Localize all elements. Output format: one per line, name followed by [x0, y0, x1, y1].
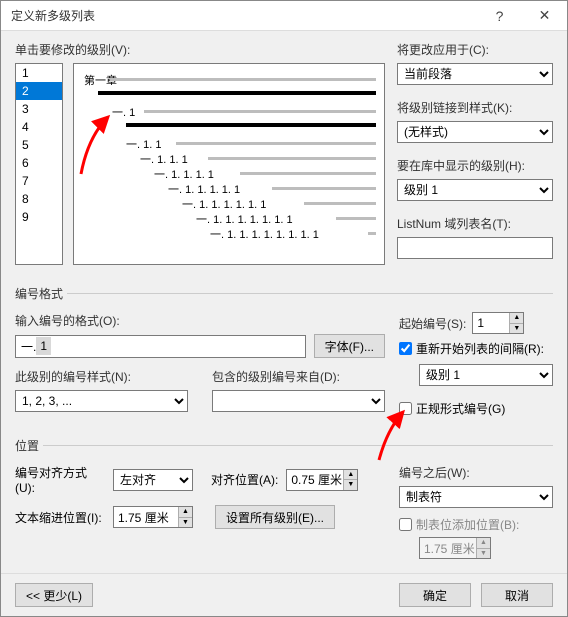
numbering-preview: 第一章一. 1一. 1. 1一. 1. 1. 1一. 1. 1. 1. 1一. … — [73, 63, 385, 265]
level-item[interactable]: 5 — [16, 136, 62, 154]
preview-line-text: 一. 1. 1. 1. 1. 1. 1 — [182, 196, 268, 212]
preview-line-text: 一. 1. 1. 1. 1. 1 — [168, 181, 242, 197]
preview-line-text: 一. 1. 1. 1 — [140, 151, 190, 167]
link-level-to-style-select[interactable]: (无样式) — [397, 121, 553, 143]
level-item[interactable]: 2 — [16, 82, 62, 100]
text-indent-at-label: 文本缩进位置(I): — [15, 509, 105, 526]
help-button[interactable]: ? — [477, 1, 522, 31]
cancel-button[interactable]: 取消 — [481, 583, 553, 607]
preview-line-text: 一. 1. 1 — [126, 136, 163, 152]
apply-changes-to-select[interactable]: 当前段落 — [397, 63, 553, 85]
level-listbox[interactable]: 1 2 3 4 5 6 7 8 9 — [15, 63, 63, 265]
restart-list-after-checkbox[interactable] — [399, 342, 412, 355]
number-style-label: 此级别的编号样式(N): — [15, 368, 188, 385]
dialog-title: 定义新多级列表 — [11, 7, 477, 24]
less-button[interactable]: << 更少(L) — [15, 583, 93, 607]
preview-line-text: 一. 1. 1. 1. 1. 1. 1. 1 — [196, 211, 295, 227]
legal-style-numbering-label: 正规形式编号(G) — [416, 400, 505, 417]
number-style-select[interactable]: 1, 2, 3, ... — [15, 390, 188, 412]
listnum-field-name-input[interactable] — [397, 237, 553, 259]
level-item[interactable]: 7 — [16, 172, 62, 190]
follow-number-with-label: 编号之后(W): — [399, 464, 553, 481]
start-at-label: 起始编号(S): — [399, 315, 466, 332]
start-at-spinner[interactable]: ▲▼ — [509, 313, 523, 333]
level-item[interactable]: 8 — [16, 190, 62, 208]
font-button[interactable]: 字体(F)... — [314, 334, 385, 358]
legal-style-numbering-checkbox[interactable] — [399, 402, 412, 415]
aligned-at-label: 对齐位置(A): — [211, 471, 278, 488]
add-tab-stop-at-spinner: ▲▼ — [476, 538, 490, 558]
ok-button[interactable]: 确定 — [399, 583, 471, 607]
enter-number-format-input[interactable]: 一.1 — [15, 335, 306, 358]
preview-line-text: 一. 1 — [112, 104, 137, 120]
position-legend: 位置 — [15, 437, 43, 454]
listnum-field-name-label: ListNum 域列表名(T): — [397, 215, 553, 232]
number-alignment-label: 编号对齐方式(U): — [15, 464, 105, 495]
add-tab-stop-at-label: 制表位添加位置(B): — [416, 516, 519, 533]
restart-list-after-select[interactable]: 级别 1 — [419, 364, 553, 386]
close-button[interactable]: ✕ — [522, 1, 567, 31]
show-level-in-gallery-select[interactable]: 级别 1 — [397, 179, 553, 201]
level-item[interactable]: 9 — [16, 208, 62, 226]
aligned-at-spinner[interactable]: ▲▼ — [343, 470, 357, 490]
preview-line-text: 一. 1. 1. 1. 1 — [154, 166, 216, 182]
link-level-to-style-label: 将级别链接到样式(K): — [397, 99, 553, 116]
include-level-from-label: 包含的级别编号来自(D): — [212, 368, 385, 385]
text-indent-at-spinner[interactable]: ▲▼ — [178, 507, 192, 527]
restart-list-after-label: 重新开始列表的间隔(R): — [416, 340, 544, 357]
enter-number-format-label: 输入编号的格式(O): — [15, 312, 385, 329]
click-level-label: 单击要修改的级别(V): — [15, 41, 385, 58]
level-item[interactable]: 3 — [16, 100, 62, 118]
add-tab-stop-at-checkbox[interactable] — [399, 518, 412, 531]
include-level-from-select[interactable] — [212, 390, 385, 412]
show-level-in-gallery-label: 要在库中显示的级别(H): — [397, 157, 553, 174]
level-item[interactable]: 6 — [16, 154, 62, 172]
number-format-legend: 编号格式 — [15, 285, 67, 302]
level-item[interactable]: 4 — [16, 118, 62, 136]
apply-changes-to-label: 将更改应用于(C): — [397, 41, 553, 58]
follow-number-with-select[interactable]: 制表符 — [399, 486, 553, 508]
level-item[interactable]: 1 — [16, 64, 62, 82]
preview-line-text: 一. 1. 1. 1. 1. 1. 1. 1. 1 — [210, 226, 321, 242]
set-for-all-levels-button[interactable]: 设置所有级别(E)... — [215, 505, 335, 529]
number-alignment-select[interactable]: 左对齐 — [113, 469, 193, 491]
